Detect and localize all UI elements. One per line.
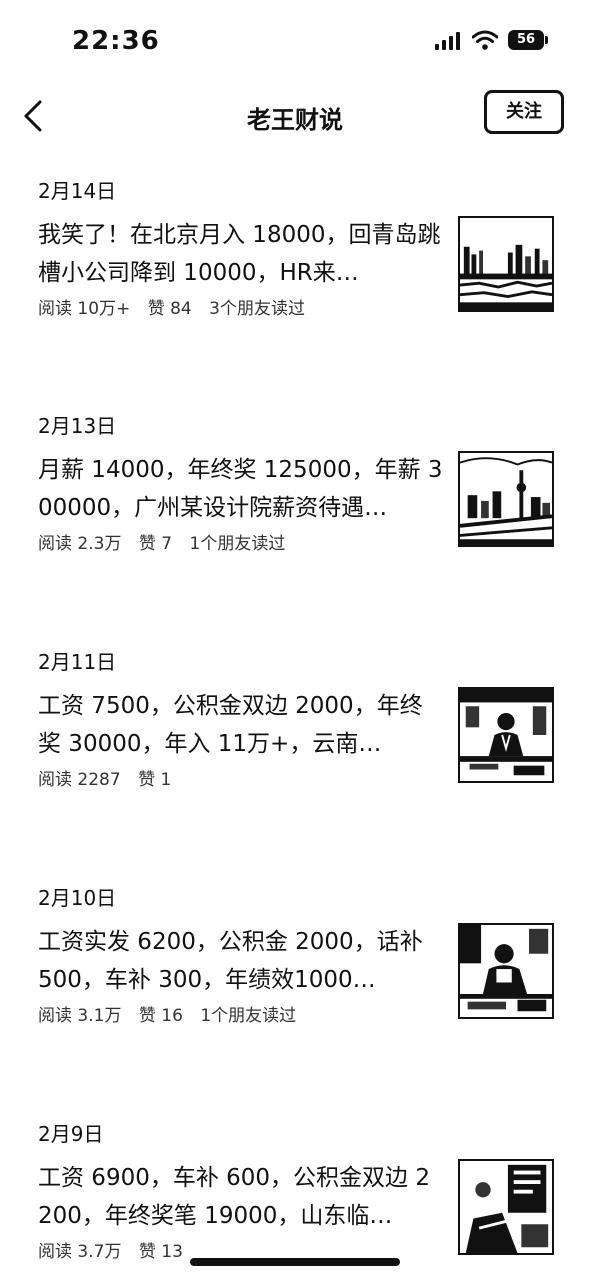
cellular-signal-icon bbox=[435, 30, 460, 50]
like-count: 赞 1 bbox=[138, 770, 172, 790]
office-desk-thumbnail bbox=[460, 925, 552, 1017]
city-tower-thumbnail bbox=[460, 453, 552, 545]
article-meta: 阅读 3.7万 赞 13 bbox=[38, 1237, 207, 1262]
article-thumbnail bbox=[458, 923, 554, 1019]
battery-icon: 56 bbox=[508, 30, 548, 50]
article-group: 2月11日 工资 7500，公积金双边 2000，年终奖 30000，年入 11… bbox=[38, 647, 558, 790]
date-label: 2月11日 bbox=[38, 650, 117, 674]
read-count: 阅读 3.1万 bbox=[38, 1006, 122, 1026]
article-meta: 阅读 3.1万 赞 16 1个朋友读过 bbox=[38, 1001, 308, 1026]
article-item[interactable]: 工资 6900，车补 600，公积金双边 2200，年终奖笔 19000，山东临… bbox=[38, 1159, 558, 1262]
date-label: 2月14日 bbox=[38, 179, 117, 203]
status-bar: 22:36 56 bbox=[0, 0, 590, 88]
article-title: 月薪 14000，年终奖 125000，年薪 300000，广州某设计院薪资待遇… bbox=[38, 457, 443, 521]
home-indicator bbox=[190, 1258, 400, 1266]
article-meta: 阅读 10万+ 赞 84 3个朋友读过 bbox=[38, 294, 317, 319]
article-meta: 阅读 2.3万 赞 7 1个朋友读过 bbox=[38, 529, 297, 554]
article-item[interactable]: 工资实发 6200，公积金 2000，话补 500，车补 300，年绩效1000… bbox=[38, 923, 558, 1026]
article-thumbnail bbox=[458, 1159, 554, 1255]
article-title: 我笑了！在北京月入 18000，回青岛跳槽小公司降到 10000，HR来… bbox=[38, 222, 441, 286]
read-count: 阅读 3.7万 bbox=[38, 1242, 122, 1262]
like-count: 赞 13 bbox=[138, 1242, 183, 1262]
read-count: 阅读 2287 bbox=[38, 770, 121, 790]
status-icons: 56 bbox=[435, 30, 548, 50]
friends-read: 3个朋友读过 bbox=[209, 299, 305, 319]
article-group: 2月10日 工资实发 6200，公积金 2000，话补 500，车补 300，年… bbox=[38, 883, 558, 1026]
article-thumbnail bbox=[458, 216, 554, 312]
article-group: 2月13日 月薪 14000，年终奖 125000，年薪 300000，广州某设… bbox=[38, 411, 558, 554]
office-worker-thumbnail bbox=[460, 689, 552, 781]
read-count: 阅读 2.3万 bbox=[38, 534, 122, 554]
document-thumbnail bbox=[460, 1161, 552, 1253]
read-count: 阅读 10万+ bbox=[38, 299, 131, 319]
article-item[interactable]: 我笑了！在北京月入 18000，回青岛跳槽小公司降到 10000，HR来… 阅读… bbox=[38, 216, 558, 319]
friends-read: 1个朋友读过 bbox=[189, 534, 286, 554]
date-label: 2月13日 bbox=[38, 414, 117, 438]
status-time: 22:36 bbox=[72, 26, 160, 56]
follow-button[interactable]: 关注 bbox=[484, 90, 564, 134]
date-label: 2月9日 bbox=[38, 1122, 104, 1146]
wifi-icon bbox=[472, 30, 498, 50]
article-item[interactable]: 工资 7500，公积金双边 2000，年终奖 30000，年入 11万+，云南…… bbox=[38, 687, 558, 790]
date-label: 2月10日 bbox=[38, 886, 117, 910]
like-count: 赞 84 bbox=[147, 299, 192, 319]
article-thumbnail bbox=[458, 451, 554, 547]
like-count: 赞 7 bbox=[138, 534, 173, 554]
nav-bar: 老王财说 关注 bbox=[0, 88, 590, 144]
article-title: 工资 6900，车补 600，公积金双边 2200，年终奖笔 19000，山东临… bbox=[38, 1165, 430, 1229]
article-item[interactable]: 月薪 14000，年终奖 125000，年薪 300000，广州某设计院薪资待遇… bbox=[38, 451, 558, 554]
screen: 22:36 56 老王财说 关注 2月14日 我笑了！在北京月入 18000，回… bbox=[0, 0, 590, 1280]
article-thumbnail bbox=[458, 687, 554, 783]
article-title: 工资 7500，公积金双边 2000，年终奖 30000，年入 11万+，云南… bbox=[38, 693, 423, 757]
friends-read: 1个朋友读过 bbox=[200, 1006, 297, 1026]
article-group: 2月9日 工资 6900，车补 600，公积金双边 2200，年终奖笔 1900… bbox=[38, 1119, 558, 1262]
article-group: 2月14日 我笑了！在北京月入 18000，回青岛跳槽小公司降到 10000，H… bbox=[38, 176, 558, 319]
article-meta: 阅读 2287 赞 1 bbox=[38, 765, 195, 790]
like-count: 赞 16 bbox=[138, 1006, 183, 1026]
article-title: 工资实发 6200，公积金 2000，话补 500，车补 300，年绩效1000… bbox=[38, 929, 423, 993]
city-waterfront-thumbnail bbox=[460, 218, 552, 310]
